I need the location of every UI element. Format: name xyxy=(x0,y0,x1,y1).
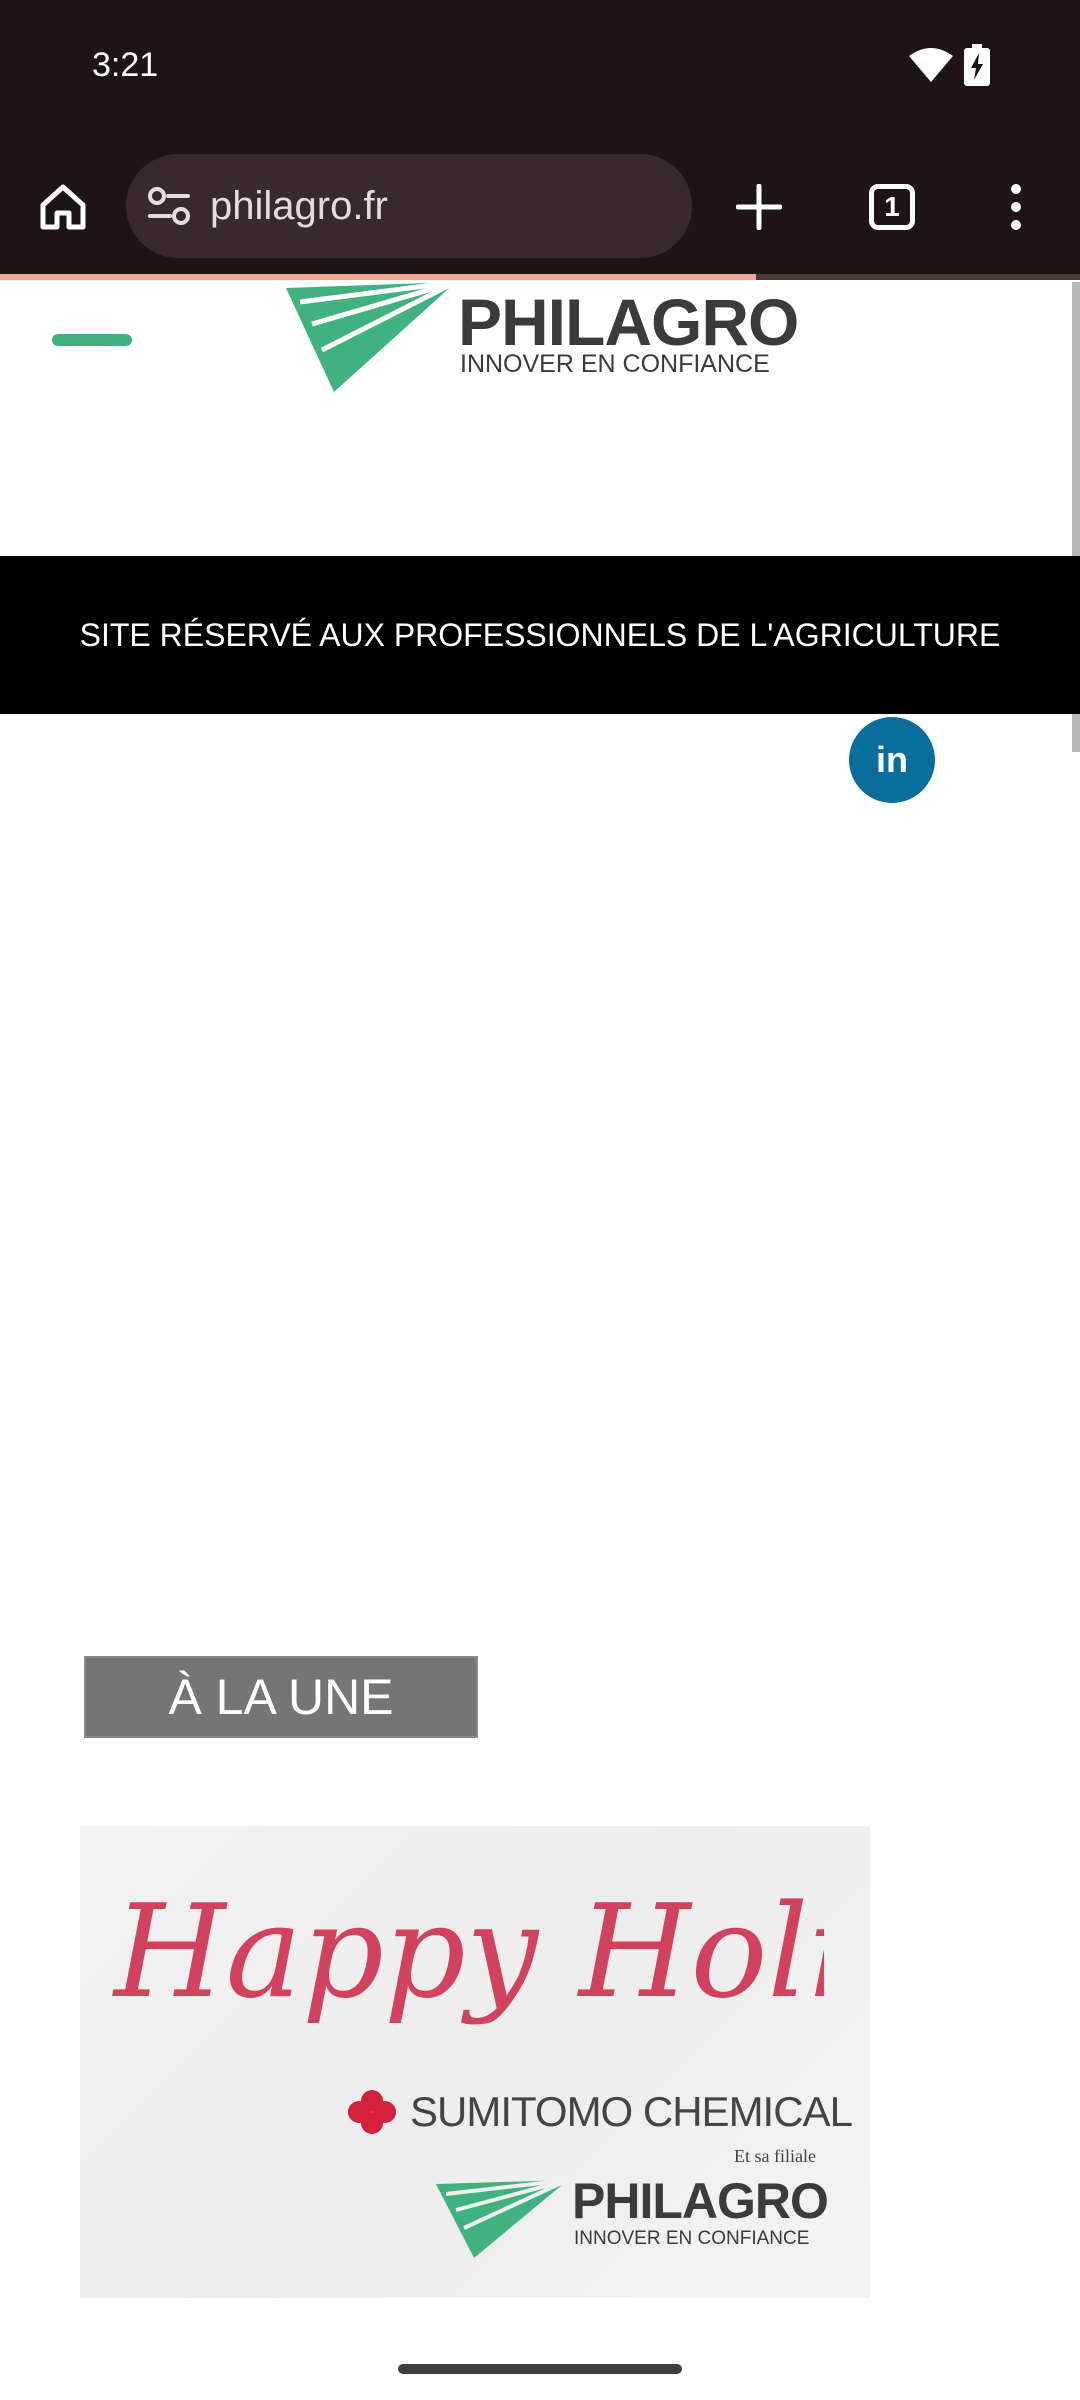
status-bar: 3:21 xyxy=(0,0,1080,136)
wifi-icon xyxy=(909,48,953,82)
new-tab-button[interactable] xyxy=(726,174,792,240)
menu-toggle[interactable] xyxy=(52,334,132,346)
battery-charging-icon xyxy=(964,44,990,86)
sumitomo-name: SUMITOMO CHEMICAL xyxy=(410,2088,853,2135)
holiday-greeting-script: Happy Holiday xyxy=(112,1878,824,2027)
professional-banner-text: SITE RÉSERVÉ AUX PROFESSIONNELS DE L'AGR… xyxy=(79,616,1001,653)
holiday-card-image[interactable]: Happy Holiday SUMITOMO CHEMICAL Et sa fi… xyxy=(80,1826,870,2298)
philagro-logo-mark-icon xyxy=(286,280,456,392)
site-logo[interactable]: PHILAGRO INNOVER EN CONFIANCE xyxy=(286,280,799,400)
url-bar[interactable]: philagro.fr xyxy=(126,154,692,258)
sumitomo-logo: SUMITOMO CHEMICAL xyxy=(342,2088,853,2136)
card-logo-tagline: INNOVER EN CONFIANCE xyxy=(574,2228,810,2249)
professional-banner: SITE RÉSERVÉ AUX PROFESSIONNELS DE L'AGR… xyxy=(0,556,1080,714)
overflow-menu-button[interactable] xyxy=(988,174,1044,240)
url-text: philagro.fr xyxy=(210,184,388,228)
tab-switcher-button[interactable]: 1 xyxy=(856,174,928,240)
plus-icon xyxy=(736,184,782,230)
card-logo-name: PHILAGRO xyxy=(572,2173,829,2229)
headline-badge: À LA UNE xyxy=(84,1656,478,1738)
logo-name: PHILAGRO xyxy=(458,285,799,359)
sumitomo-flower-icon xyxy=(348,2090,396,2134)
status-time: 3:21 xyxy=(92,46,159,84)
site-info-icon[interactable] xyxy=(146,184,192,228)
subsidiary-label: Et sa filiale xyxy=(734,2146,816,2166)
headline-label: À LA UNE xyxy=(168,1669,394,1725)
holiday-greeting-text: Happy Holiday xyxy=(112,1878,824,2027)
linkedin-button[interactable]: in xyxy=(849,717,935,803)
gesture-navigation-bar[interactable] xyxy=(398,2364,682,2374)
logo-tagline: INNOVER EN CONFIANCE xyxy=(460,350,770,378)
philagro-logo-mark-icon xyxy=(436,2178,568,2258)
card-philagro-logo: PHILAGRO INNOVER EN CONFIANCE xyxy=(436,2172,856,2272)
browser-toolbar: philagro.fr 1 xyxy=(0,136,1080,278)
tab-count: 1 xyxy=(869,184,915,230)
home-button[interactable] xyxy=(30,174,96,240)
linkedin-icon: in xyxy=(876,739,908,780)
home-icon xyxy=(40,184,86,230)
more-vert-icon xyxy=(1011,184,1021,230)
